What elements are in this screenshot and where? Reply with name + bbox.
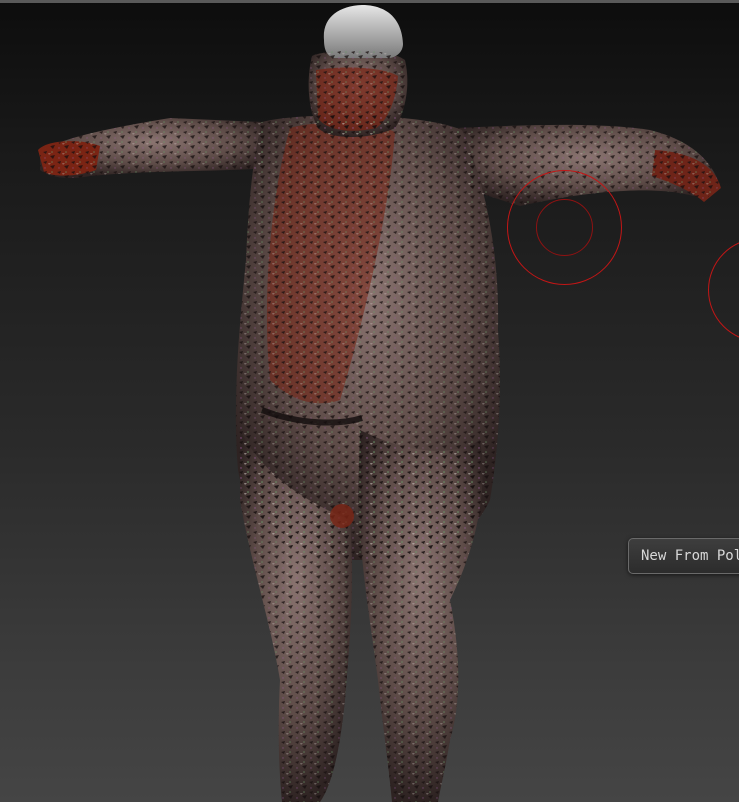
model-cap <box>323 5 403 58</box>
model-groin-paint <box>330 504 354 528</box>
tooltip-label: New From Pol <box>641 548 739 564</box>
sculpt-model[interactable] <box>0 0 739 802</box>
brush-cursor-inner-ring <box>536 199 593 256</box>
model-texture-noise <box>40 50 720 802</box>
tooltip-new-from-polypaint: New From Pol <box>628 538 739 574</box>
sculpt-viewport[interactable]: New From Pol <box>0 0 739 802</box>
